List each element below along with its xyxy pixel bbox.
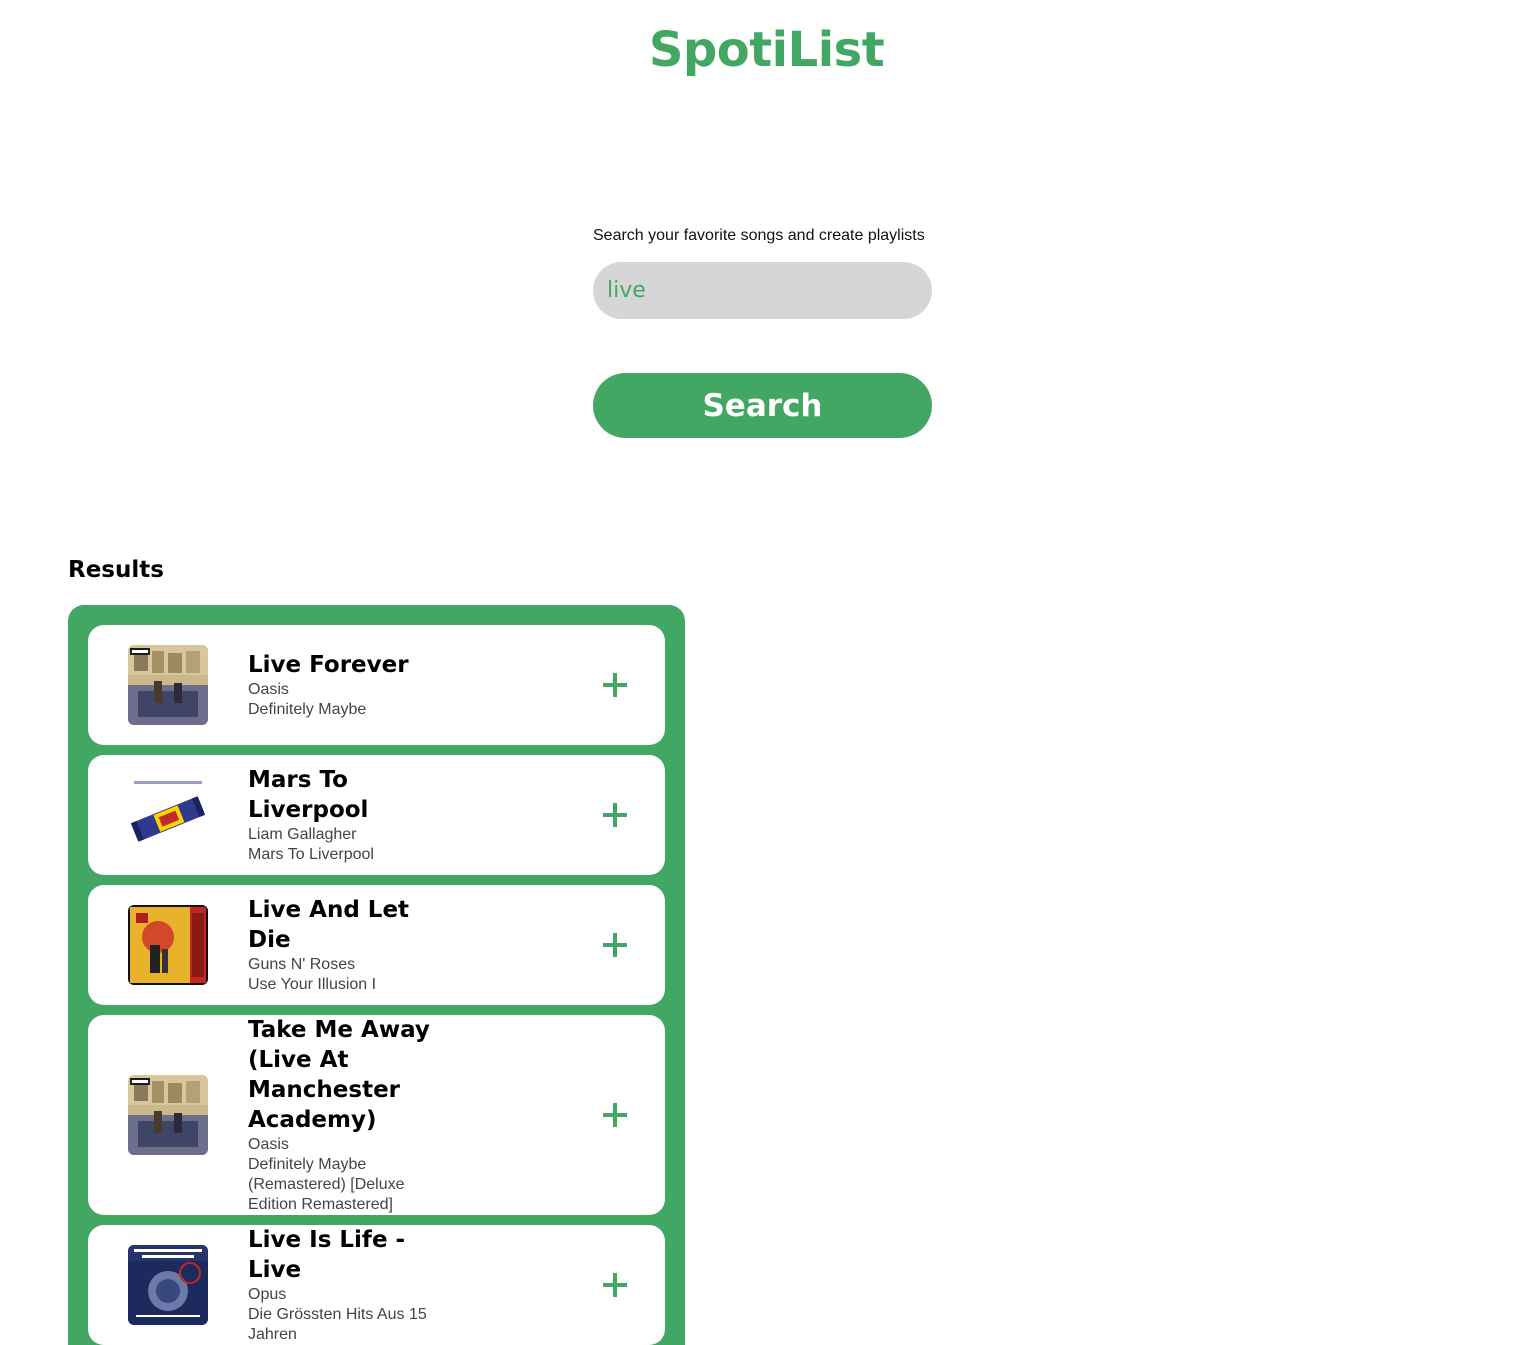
app-title: SpotiList	[648, 22, 885, 78]
track-info: Take Me Away (Live At Manchester Academy…	[248, 1015, 448, 1215]
album-cover-oasis-icon	[128, 1075, 208, 1155]
track-artist: Liam Gallagher	[248, 826, 357, 843]
album-cover-candy-bar-icon	[128, 775, 208, 855]
search-prompt: Search your favorite songs and create pl…	[593, 227, 925, 244]
plus-icon	[603, 1273, 627, 1297]
track-album: Definitely Maybe	[248, 701, 367, 718]
track-info: Live Forever Oasis Definitely Maybe	[248, 650, 448, 720]
search-button[interactable]: Search	[593, 373, 932, 438]
plus-icon	[603, 1103, 627, 1127]
album-cover-oasis-icon	[128, 645, 208, 725]
add-to-playlist-button[interactable]	[599, 1269, 631, 1301]
album-cover-illusion-icon	[128, 905, 208, 985]
add-to-playlist-button[interactable]	[599, 799, 631, 831]
results-list: Live Forever Oasis Definitely Maybe Mars…	[68, 605, 685, 1345]
track-artist: Oasis	[248, 681, 289, 698]
track-card: Live Is Life - Live Opus Die Grössten Hi…	[88, 1225, 665, 1345]
album-cover-opus-icon	[128, 1245, 208, 1325]
track-album: Use Your Illusion I	[248, 976, 377, 993]
track-title: Live Forever	[248, 652, 409, 678]
track-info: Mars To Liverpool Liam Gallagher Mars To…	[248, 765, 448, 865]
track-card: Mars To Liverpool Liam Gallagher Mars To…	[88, 755, 665, 875]
page: SpotiList Search your favorite songs and…	[0, 0, 1533, 1345]
track-album: Die Grössten Hits Aus 15 Jahren	[248, 1306, 427, 1343]
add-to-playlist-button[interactable]	[599, 669, 631, 701]
search-area: Search your favorite songs and create pl…	[593, 226, 932, 438]
track-album: Definitely Maybe (Remastered) [Deluxe Ed…	[248, 1156, 405, 1213]
track-title: Mars To Liverpool	[248, 767, 369, 823]
track-card: Live And Let Die Guns N' Roses Use Your …	[88, 885, 665, 1005]
track-card: Take Me Away (Live At Manchester Academy…	[88, 1015, 665, 1215]
plus-icon	[603, 803, 627, 827]
plus-icon	[603, 673, 627, 697]
add-to-playlist-button[interactable]	[599, 1099, 631, 1131]
add-to-playlist-button[interactable]	[599, 929, 631, 961]
track-info: Live And Let Die Guns N' Roses Use Your …	[248, 895, 448, 995]
track-info: Live Is Life - Live Opus Die Grössten Hi…	[248, 1225, 448, 1345]
track-album: Mars To Liverpool	[248, 846, 374, 863]
track-title: Live And Let Die	[248, 897, 410, 953]
results-heading: Results	[68, 557, 164, 583]
plus-icon	[603, 933, 627, 957]
track-title: Take Me Away (Live At Manchester Academy…	[248, 1017, 430, 1133]
search-input[interactable]	[593, 262, 932, 319]
track-title: Live Is Life - Live	[248, 1227, 406, 1283]
track-artist: Oasis	[248, 1136, 289, 1153]
track-artist: Opus	[248, 1286, 287, 1303]
track-card: Live Forever Oasis Definitely Maybe	[88, 625, 665, 745]
track-artist: Guns N' Roses	[248, 956, 356, 973]
